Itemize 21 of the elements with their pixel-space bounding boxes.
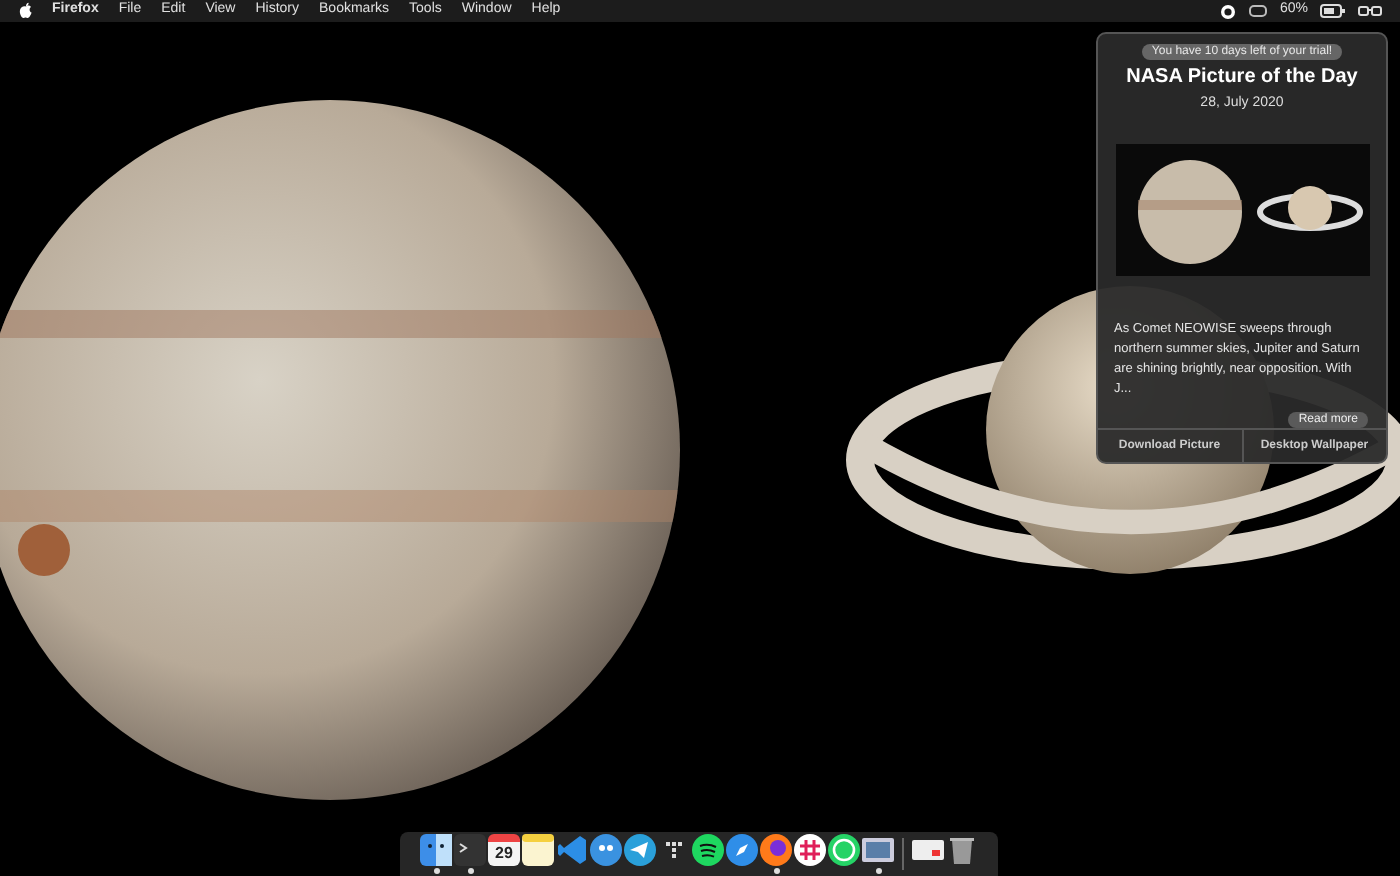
apple-icon[interactable] <box>18 2 34 20</box>
hash-icon[interactable] <box>794 834 826 866</box>
glasses-icon[interactable] <box>1358 5 1382 17</box>
cloud-icon[interactable] <box>1247 4 1268 18</box>
phone-bubble-icon[interactable] <box>828 834 860 866</box>
finder-icon[interactable] <box>420 834 452 866</box>
sound-waves-icon[interactable] <box>692 834 724 866</box>
notepad-icon[interactable] <box>522 834 554 866</box>
calendar-icon[interactable]: 29 <box>488 834 520 866</box>
compass-icon[interactable] <box>726 834 758 866</box>
terminal-icon[interactable] <box>454 834 486 866</box>
status-icon[interactable] <box>1219 3 1236 19</box>
popup-title: NASA Picture of the Day <box>1126 66 1358 90</box>
trash-icon[interactable] <box>946 834 978 866</box>
window-icon[interactable] <box>912 834 944 866</box>
photo-stack-icon[interactable] <box>862 834 894 866</box>
code-editor-icon[interactable] <box>556 834 588 866</box>
paper-plane-icon[interactable] <box>624 834 656 866</box>
bird-icon[interactable] <box>590 834 622 866</box>
fox-globe-icon[interactable] <box>760 834 792 866</box>
battery-icon[interactable] <box>1320 4 1346 18</box>
